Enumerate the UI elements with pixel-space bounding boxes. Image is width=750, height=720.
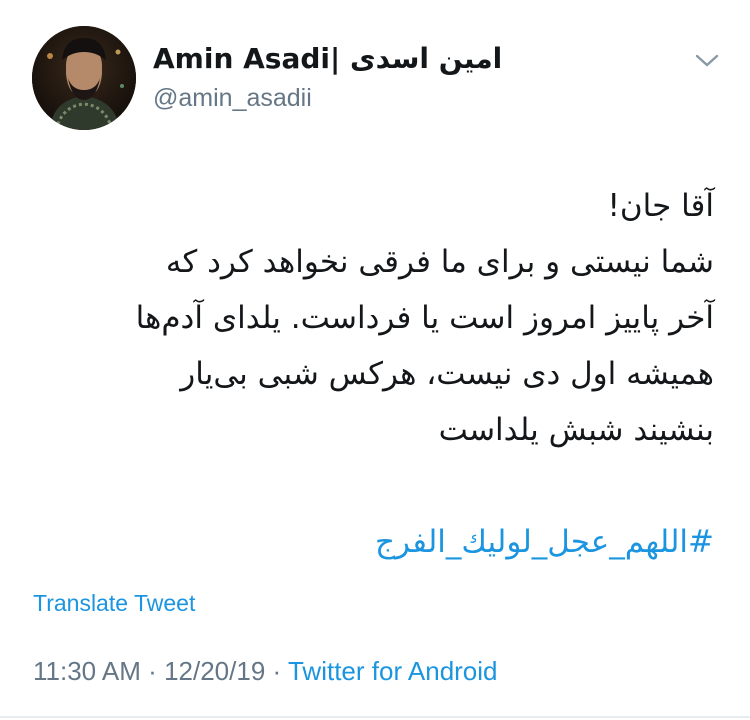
divider	[0, 716, 750, 718]
hashtag-link[interactable]: #اللهم_عجل_لولیك_الفرج	[375, 514, 714, 570]
meta-separator: ·	[148, 656, 157, 686]
tweet-line: شما نیستی و برای ما فرقی نخواهد کرد که	[165, 244, 714, 280]
translate-tweet-link[interactable]: Translate Tweet	[33, 590, 195, 617]
chevron-down-icon[interactable]	[694, 50, 720, 70]
meta-separator: ·	[272, 656, 282, 686]
tweet-source-link[interactable]: Twitter for Android	[288, 656, 498, 686]
tweet-line: بنشیند شبش یلداست	[438, 412, 714, 448]
profile-photo	[32, 26, 136, 130]
user-handle[interactable]: @amin_asadii	[153, 84, 312, 113]
tweet-date[interactable]: 12/20/19	[164, 656, 265, 686]
tweet-line: همیشه اول دی نیست، هرکس شبی بی‌یار	[180, 356, 714, 392]
tweet-meta: 11:30 AM · 12/20/19 · Twitter for Androi…	[33, 656, 498, 687]
tweet-line: آقا جان!	[607, 188, 714, 224]
tweet-text: آقا جان! شما نیستی و برای ما فرقی نخواهد…	[24, 178, 714, 458]
tweet-time: 11:30 AM	[33, 656, 141, 686]
tweet-line: آخر پاییز امروز است یا فرداست. یلدای آدم…	[135, 300, 714, 336]
display-name[interactable]: Amin Asadi| امین اسدی	[153, 42, 502, 75]
avatar[interactable]	[32, 26, 136, 130]
